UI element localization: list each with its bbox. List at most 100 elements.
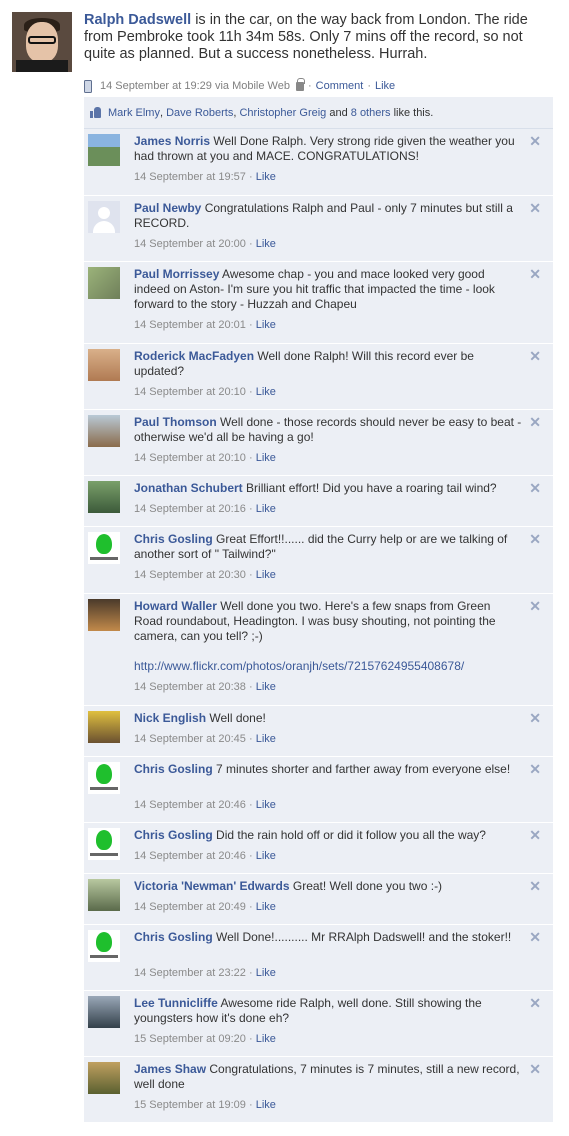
comment-timestamp[interactable]: 14 September at 20:46 — [134, 799, 246, 811]
delete-comment-icon[interactable]: ✕ — [529, 996, 541, 1010]
commenter-avatar[interactable] — [88, 1062, 120, 1094]
commenter-name-link[interactable]: Chris Gosling — [134, 532, 213, 546]
delete-comment-icon[interactable]: ✕ — [529, 1062, 541, 1076]
commenter-name-link[interactable]: Chris Gosling — [134, 762, 213, 776]
commenter-avatar[interactable] — [88, 134, 120, 166]
comment-like-link[interactable]: Like — [256, 569, 276, 581]
author-avatar[interactable] — [12, 12, 72, 72]
comment-timestamp[interactable]: 14 September at 20:16 — [134, 503, 246, 515]
likes-and: and — [326, 106, 351, 119]
comment-timestamp[interactable]: 14 September at 20:10 — [134, 386, 246, 398]
commenter-avatar[interactable] — [88, 201, 120, 233]
delete-comment-icon[interactable]: ✕ — [529, 349, 541, 363]
commenter-avatar[interactable] — [88, 415, 120, 447]
others-like-link[interactable]: 8 others — [351, 107, 391, 119]
commenter-name-link[interactable]: Paul Newby — [134, 201, 201, 215]
comment-timestamp[interactable]: 15 September at 09:20 — [134, 1033, 246, 1045]
comment-link[interactable]: Comment — [316, 80, 364, 92]
flickr-url-link[interactable]: http://www.flickr.com/photos/oranjh/sets… — [134, 659, 464, 673]
author-name-link[interactable]: Ralph Dadswell — [84, 12, 191, 28]
like-link[interactable]: Like — [375, 80, 395, 92]
delete-comment-icon[interactable]: ✕ — [529, 481, 541, 495]
commenter-name-link[interactable]: Paul Morrissey — [134, 267, 219, 281]
delete-comment-icon[interactable]: ✕ — [529, 879, 541, 893]
comments-section: Mark Elmy, Dave Roberts, Christopher Gre… — [84, 97, 553, 1123]
commenter-name-link[interactable]: James Norris — [134, 134, 210, 148]
commenter-name-link[interactable]: Chris Gosling — [134, 828, 213, 842]
commenter-name-link[interactable]: Lee Tunnicliffe — [134, 996, 218, 1010]
delete-comment-icon[interactable]: ✕ — [529, 201, 541, 215]
comment-like-link[interactable]: Like — [256, 1099, 276, 1111]
comment-like-link[interactable]: Like — [256, 799, 276, 811]
liker-link[interactable]: Dave Roberts — [166, 107, 233, 119]
commenter-avatar[interactable] — [88, 532, 120, 564]
comment-body: Great! Well done you two :-) — [289, 879, 443, 893]
delete-comment-icon[interactable]: ✕ — [529, 711, 541, 725]
commenter-avatar[interactable] — [88, 267, 120, 299]
privacy-lock-icon[interactable] — [295, 77, 305, 91]
commenter-name-link[interactable]: Chris Gosling — [134, 930, 213, 944]
comment-body: 7 minutes shorter and farther away from … — [212, 762, 511, 776]
comment-like-link[interactable]: Like — [256, 319, 276, 331]
delete-comment-icon[interactable]: ✕ — [529, 599, 541, 613]
likes-suffix: like this. — [390, 106, 434, 119]
comment-meta: 14 September at 20:38 · Like — [134, 681, 276, 693]
delete-comment-icon[interactable]: ✕ — [529, 267, 541, 281]
liker-link[interactable]: Mark Elmy — [108, 107, 160, 119]
commenter-name-link[interactable]: Victoria 'Newman' Edwards — [134, 879, 290, 893]
commenter-avatar[interactable] — [88, 599, 120, 631]
comment-like-link[interactable]: Like — [256, 386, 276, 398]
commenter-name-link[interactable]: Nick English — [134, 711, 206, 725]
liker-link[interactable]: Christopher Greig — [239, 107, 326, 119]
commenter-avatar[interactable] — [88, 930, 120, 962]
comment-text: Lee Tunnicliffe Awesome ride Ralph, well… — [134, 996, 522, 1026]
post-timestamp[interactable]: 14 September at 19:29 via Mobile Web — [100, 80, 290, 92]
delete-comment-icon[interactable]: ✕ — [529, 762, 541, 776]
commenter-avatar[interactable] — [88, 762, 120, 794]
comment-timestamp[interactable]: 14 September at 20:10 — [134, 452, 246, 464]
comment-like-link[interactable]: Like — [256, 850, 276, 862]
comment: Chris Gosling Well Done!.......... Mr RR… — [84, 925, 553, 991]
delete-comment-icon[interactable]: ✕ — [529, 415, 541, 429]
comment-meta: 14 September at 20:10 · Like — [134, 452, 276, 464]
commenter-avatar[interactable] — [88, 996, 120, 1028]
comment-like-link[interactable]: Like — [256, 901, 276, 913]
comment-like-link[interactable]: Like — [256, 733, 276, 745]
commenter-avatar[interactable] — [88, 481, 120, 513]
comment-meta: 14 September at 20:45 · Like — [134, 733, 276, 745]
commenter-avatar[interactable] — [88, 879, 120, 911]
commenter-avatar[interactable] — [88, 828, 120, 860]
comment-like-link[interactable]: Like — [256, 171, 276, 183]
comment-timestamp[interactable]: 15 September at 19:09 — [134, 1099, 246, 1111]
comment-text: Chris Gosling Well Done!.......... Mr RR… — [134, 930, 522, 945]
comment-like-link[interactable]: Like — [256, 452, 276, 464]
comment-timestamp[interactable]: 14 September at 19:57 — [134, 171, 246, 183]
commenter-name-link[interactable]: James Shaw — [134, 1062, 206, 1076]
commenter-name-link[interactable]: Jonathan Schubert — [134, 481, 243, 495]
commenter-name-link[interactable]: Roderick MacFadyen — [134, 349, 254, 363]
comment-text: Paul Newby Congratulations Ralph and Pau… — [134, 201, 522, 231]
commenter-name-link[interactable]: Howard Waller — [134, 599, 217, 613]
commenter-avatar[interactable] — [88, 711, 120, 743]
delete-comment-icon[interactable]: ✕ — [529, 532, 541, 546]
delete-comment-icon[interactable]: ✕ — [529, 134, 541, 148]
comment-timestamp[interactable]: 14 September at 20:46 — [134, 850, 246, 862]
commenter-name-link[interactable]: Paul Thomson — [134, 415, 217, 429]
comment-timestamp[interactable]: 14 September at 20:30 — [134, 569, 246, 581]
comment-timestamp[interactable]: 14 September at 20:01 — [134, 319, 246, 331]
comment-like-link[interactable]: Like — [256, 503, 276, 515]
comment-timestamp[interactable]: 14 September at 20:45 — [134, 733, 246, 745]
comment-timestamp[interactable]: 14 September at 20:00 — [134, 238, 246, 250]
comment-text: Victoria 'Newman' Edwards Great! Well do… — [134, 879, 522, 894]
delete-comment-icon[interactable]: ✕ — [529, 930, 541, 944]
comment-like-link[interactable]: Like — [256, 967, 276, 979]
comment-timestamp[interactable]: 14 September at 20:38 — [134, 681, 246, 693]
delete-comment-icon[interactable]: ✕ — [529, 828, 541, 842]
comment-like-link[interactable]: Like — [256, 238, 276, 250]
comment-timestamp[interactable]: 14 September at 23:22 — [134, 967, 246, 979]
comment-timestamp[interactable]: 14 September at 20:49 — [134, 901, 246, 913]
comment-like-link[interactable]: Like — [256, 1033, 276, 1045]
comment-like-link[interactable]: Like — [256, 681, 276, 693]
comment-meta: 14 September at 20:01 · Like — [134, 319, 276, 331]
commenter-avatar[interactable] — [88, 349, 120, 381]
